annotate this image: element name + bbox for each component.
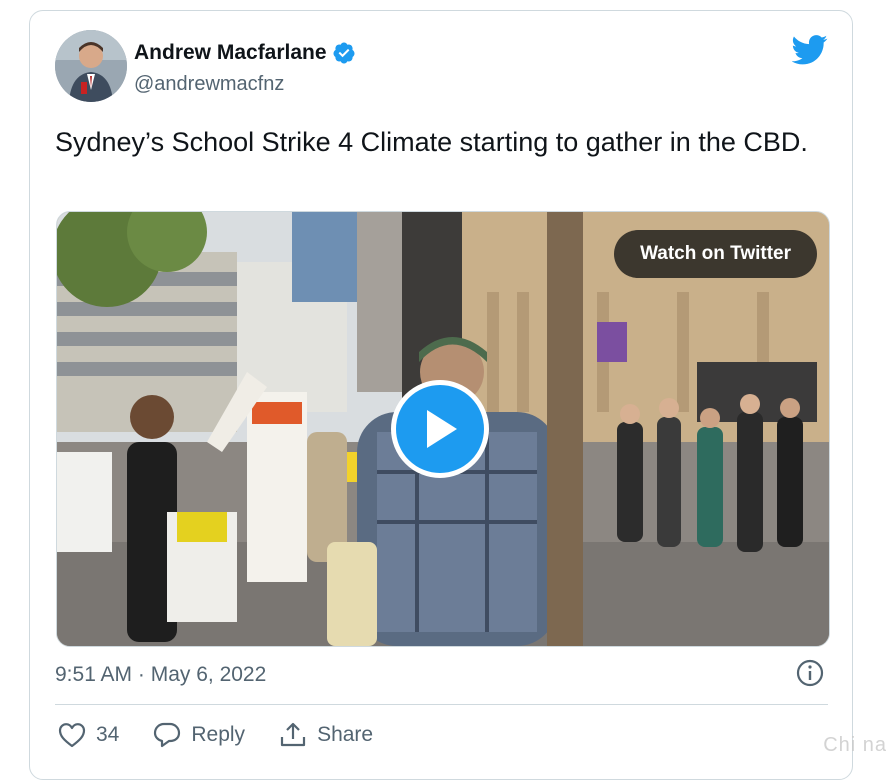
share-upload-icon [280,722,306,747]
like-button[interactable]: 34 [58,722,119,748]
tweet-timestamp[interactable]: 9:51 AM · May 6, 2022 [55,663,266,687]
watermark: Chi na [823,734,887,756]
twitter-bird-icon[interactable] [792,35,828,65]
divider [55,704,828,705]
tweet-text: Sydney’s School Strike 4 Climate startin… [55,127,808,157]
speech-bubble-icon [154,722,181,748]
reply-button[interactable]: Reply [153,721,245,749]
author-name[interactable]: Andrew Macfarlane [134,41,327,65]
share-label: Share [317,723,374,746]
reply-label: Reply [191,723,246,746]
verified-badge-icon [333,42,355,64]
tweet-actions: 34 Reply Share [58,721,407,749]
heart-icon [58,723,86,748]
share-button[interactable]: Share [279,721,373,749]
info-icon[interactable] [796,659,824,687]
like-count: 34 [96,723,120,746]
play-icon [427,410,457,448]
author-name-row[interactable]: Andrew Macfarlane [134,41,356,65]
avatar[interactable] [55,30,127,102]
play-button[interactable] [391,380,489,478]
author-handle[interactable]: @andrewmacfnz [134,73,284,96]
avatar-image [55,30,127,102]
watch-on-twitter-button[interactable]: Watch on Twitter [614,230,817,278]
tweet-card[interactable]: Andrew Macfarlane @andrewmacfnz Sydney’s… [29,10,853,780]
video-player[interactable]: Watch on Twitter [56,211,830,647]
